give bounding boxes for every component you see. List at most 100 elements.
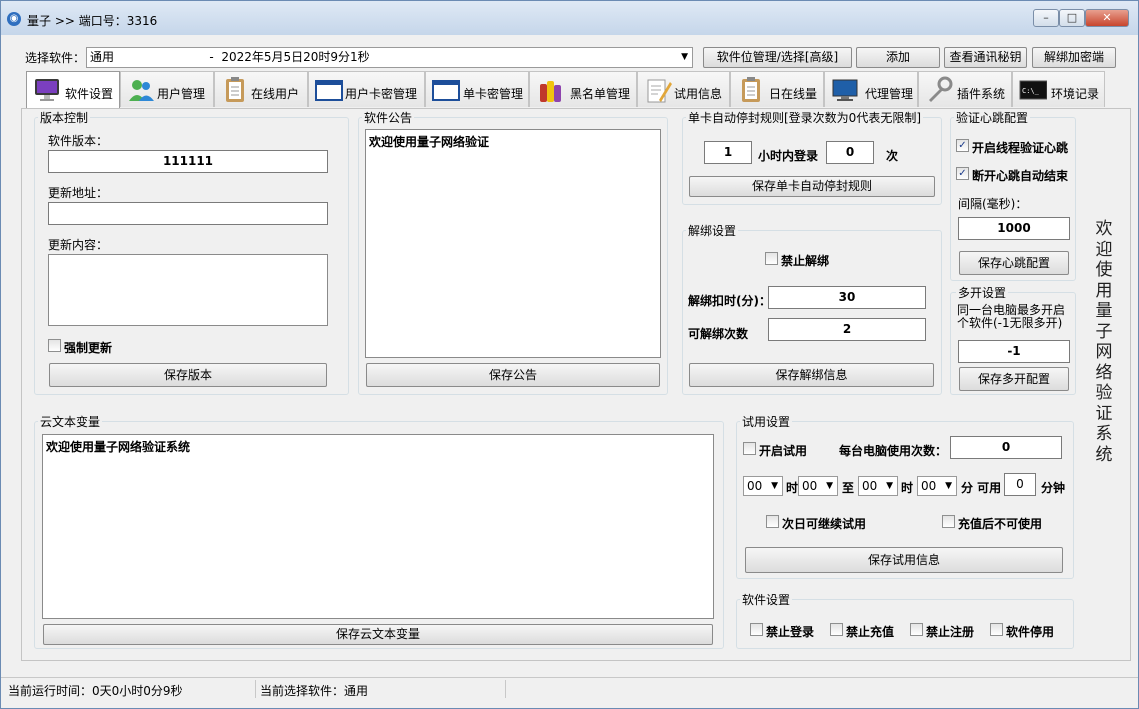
notepad-icon [647,79,672,103]
no-register-checkbox[interactable] [910,623,923,636]
version-label: 软件版本： [48,134,109,148]
unbind-encrypt-button[interactable]: 解绑加密端 [1032,47,1116,68]
tab-user-management[interactable]: 用户管理 [120,71,214,107]
force-update-label: 强制更新 [64,341,113,355]
disconnect-end-label: 断开心跳自动结束 [972,169,1069,183]
save-unbind-button[interactable]: 保存解绑信息 [689,363,934,387]
tab-online-users[interactable]: 在线用户 [214,71,308,107]
version-group-title: 版本控制 [38,109,91,126]
save-version-button[interactable]: 保存版本 [49,363,327,387]
current-software-status: 当前选择软件：通用 [260,684,369,698]
minimize-button[interactable]: – [1033,9,1059,27]
main-window: ◉ 量子 >> 端口号：3316 – □ ✕ 选择软件： 通用 - 2022年5… [0,0,1139,709]
clipboard-icon [742,77,760,102]
view-secret-button[interactable]: 查看通讯秘钥 [944,47,1027,68]
tab-plugin-system[interactable]: 插件系统 [918,71,1012,107]
after-recharge-label: 充值后不可使用 [958,517,1043,531]
status-divider [505,680,506,698]
tab-single-card-management[interactable]: 单卡密管理 [425,71,529,107]
cloud-group-title: 云文本变量 [38,413,103,430]
trial-group-title: 试用设置 [740,413,793,430]
unbind-times-input[interactable]: 2 [768,318,926,341]
software-select[interactable]: 通用 - 2022年5月5日20时9分1秒 ▼ [86,47,693,68]
cloud-textarea[interactable]: 欢迎使用量子网络验证系统 [42,434,714,619]
start-hour-select[interactable]: 00 ▼ [743,476,783,496]
software-slot-button[interactable]: 软件位管理/选择[高级] [703,47,852,68]
available-minutes-input[interactable]: 0 [1004,473,1036,496]
per-pc-input[interactable]: 0 [950,436,1062,459]
no-register-label: 禁止注册 [926,625,975,639]
end-hour-select[interactable]: 00 ▼ [858,476,898,496]
tab-agent-management[interactable]: 代理管理 [824,71,918,107]
bottles-icon [540,81,561,102]
update-content-textarea[interactable] [48,254,328,326]
tab-daily-online[interactable]: 日在线量 [730,71,824,107]
add-button[interactable]: 添加 [856,47,940,68]
heartbeat-interval-input[interactable]: 1000 [958,217,1070,240]
force-update-checkbox[interactable] [48,339,61,352]
thread-heartbeat-checkbox[interactable]: ✓ [956,139,969,152]
chevron-down-icon: ▼ [886,481,893,491]
close-button[interactable]: ✕ [1085,9,1129,27]
forbid-unbind-label: 禁止解绑 [781,254,830,268]
chevron-down-icon: ▼ [945,481,952,491]
tab-user-card-management[interactable]: 用户卡密管理 [308,71,425,107]
save-cloud-button[interactable]: 保存云文本变量 [43,624,713,645]
multi-desc-line2: 个软件(-1无限多开) [957,316,1063,330]
unbind-times-label: 可解绑次数 [688,327,749,341]
minutes-unit-label: 分钟 [1041,481,1066,495]
unbind-deduct-label: 解绑扣时(分)： [688,294,771,308]
update-url-input[interactable] [48,202,328,225]
users-icon [129,80,154,101]
svg-text:C:\_: C:\_ [1022,87,1040,95]
chevron-down-icon: ▼ [826,481,833,491]
tab-blacklist-management[interactable]: 黑名单管理 [529,71,637,107]
autoban-count-input[interactable]: 0 [826,141,874,164]
no-login-checkbox[interactable] [750,623,763,636]
minute-available-label: 分 可用 [961,481,1002,495]
tab-software-settings[interactable]: 软件设置 [26,71,120,109]
forbid-unbind-checkbox[interactable] [765,252,778,265]
next-day-trial-checkbox[interactable] [766,515,779,528]
disconnect-end-checkbox[interactable]: ✓ [956,167,969,180]
chevron-down-icon: ▼ [681,52,688,62]
enable-trial-label: 开启试用 [759,444,808,458]
runtime-status: 当前运行时间：0天0小时0分9秒 [8,684,183,698]
per-pc-label: 每台电脑使用次数： [839,444,948,458]
start-minute-select[interactable]: 00 ▼ [798,476,838,496]
end-hour-label: 时 [901,481,914,495]
update-content-label: 更新内容： [48,238,109,252]
version-input[interactable]: 111111 [48,150,328,173]
update-url-label: 更新地址： [48,186,109,200]
autoban-hours-input[interactable]: 1 [704,141,752,164]
chevron-down-icon: ▼ [771,481,778,491]
side-welcome-text: 欢迎使用量子网络验证系统 [1095,219,1113,465]
software-select-value: 通用 - 2022年5月5日20时9分1秒 [90,50,370,64]
save-notice-button[interactable]: 保存公告 [366,363,660,387]
next-day-trial-label: 次日可继续试用 [782,517,867,531]
software-settings-group-title: 软件设置 [740,591,793,608]
save-heartbeat-button[interactable]: 保存心跳配置 [959,251,1069,275]
unbind-deduct-input[interactable]: 30 [768,286,926,309]
no-recharge-label: 禁止充值 [846,625,895,639]
tab-trial-info[interactable]: 试用信息 [637,71,730,107]
disable-software-checkbox[interactable] [990,623,1003,636]
end-minute-select[interactable]: 00 ▼ [917,476,957,496]
notice-textarea[interactable]: 欢迎使用量子网络验证 [365,129,661,358]
save-autoban-button[interactable]: 保存单卡自动停封规则 [689,176,935,197]
wrench-icon [929,76,953,102]
enable-trial-checkbox[interactable] [743,442,756,455]
clipboard-icon [226,77,244,102]
app-icon: ◉ [7,12,21,26]
to-label: 至 [842,481,855,495]
autoban-count-label: 次 [886,149,899,163]
save-multi-button[interactable]: 保存多开配置 [959,367,1069,391]
no-recharge-checkbox[interactable] [830,623,843,636]
tab-environment-log[interactable]: C:\_ 环境记录 [1012,71,1105,107]
monitor-icon [832,79,858,101]
maximize-button[interactable]: □ [1059,9,1085,27]
notice-group-title: 软件公告 [362,109,415,126]
multi-value-input[interactable]: -1 [958,340,1070,363]
save-trial-button[interactable]: 保存试用信息 [745,547,1063,573]
after-recharge-checkbox[interactable] [942,515,955,528]
